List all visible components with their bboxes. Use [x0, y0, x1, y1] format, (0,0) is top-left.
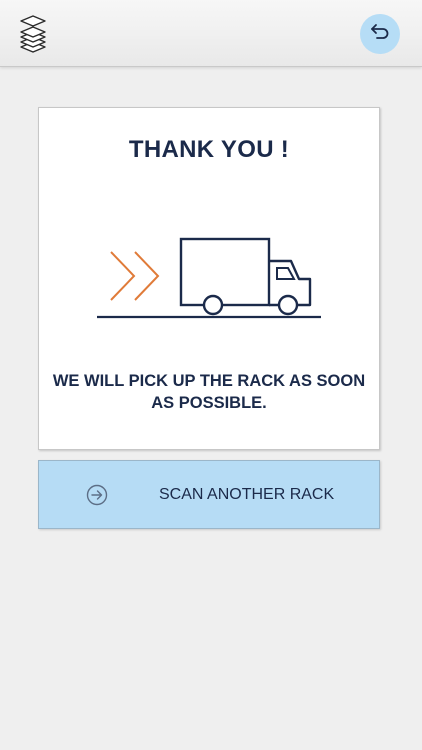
- confirmation-message: WE WILL PICK UP THE RACK AS SOON AS POSS…: [52, 372, 366, 412]
- arrow-right-circle-icon: [86, 484, 108, 506]
- delivery-truck-icon: [97, 236, 323, 320]
- app-header: [0, 0, 422, 67]
- back-button[interactable]: [360, 14, 400, 54]
- undo-arrow-icon: [370, 23, 390, 46]
- confirmation-card: THANK YOU ! WE WILL PICK UP THE RACK AS …: [38, 107, 380, 450]
- scan-another-rack-button[interactable]: SCAN ANOTHER RACK: [38, 460, 380, 529]
- confirmation-title: THANK YOU !: [128, 136, 290, 163]
- scan-another-rack-label: SCAN ANOTHER RACK: [159, 486, 335, 503]
- stacked-layers-icon: [16, 14, 50, 54]
